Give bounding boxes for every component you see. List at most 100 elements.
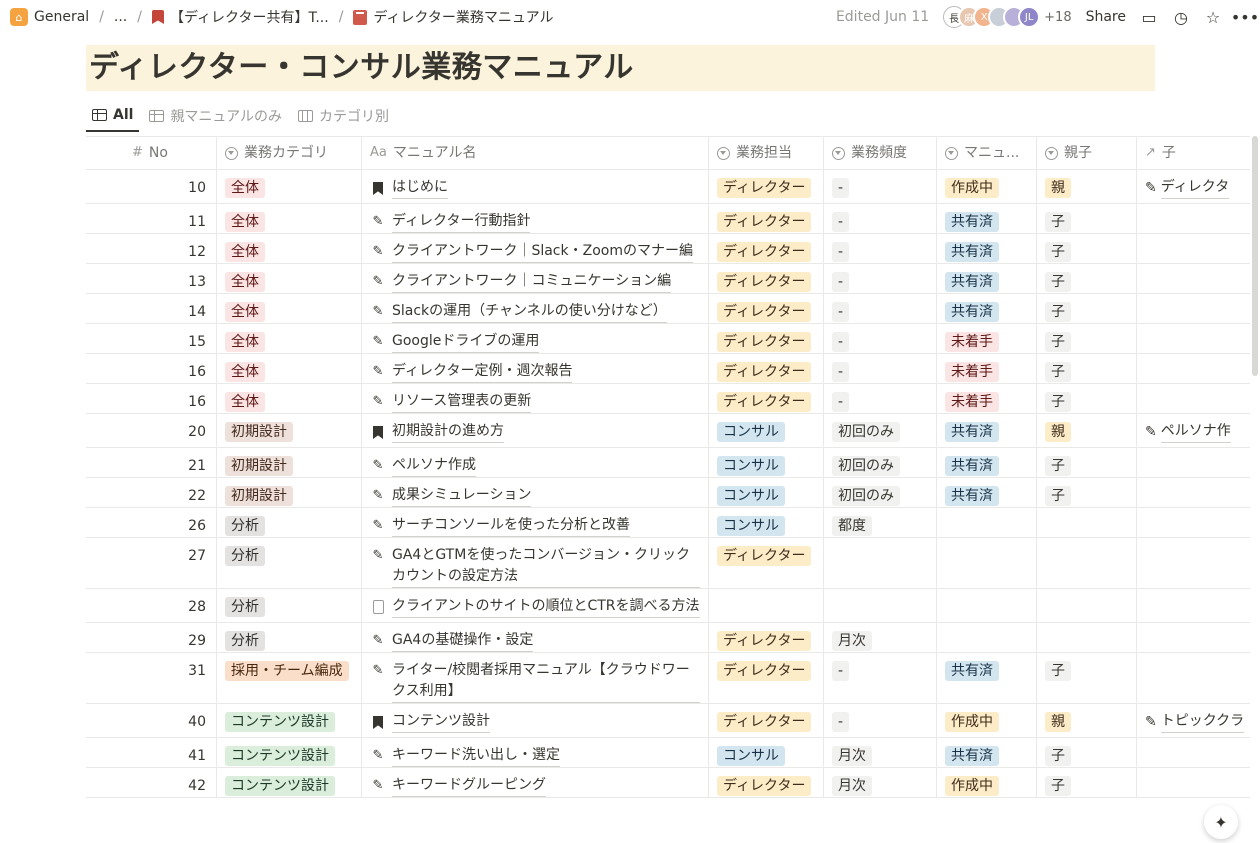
cell-parent-child[interactable]: 子: [1037, 738, 1137, 767]
column-header-owner[interactable]: 業務担当: [709, 137, 824, 169]
cell-parent-child[interactable]: [1037, 538, 1137, 588]
history-icon[interactable]: ◷: [1172, 8, 1190, 27]
cell-parent-child[interactable]: 子: [1037, 384, 1137, 413]
tab-by-category[interactable]: カテゴリ別: [292, 100, 395, 132]
cell-parent-child[interactable]: 子: [1037, 204, 1137, 233]
cell-frequency[interactable]: 月次: [824, 623, 937, 652]
cell-frequency[interactable]: -: [824, 234, 937, 263]
cell-frequency[interactable]: -: [824, 324, 937, 353]
cell-status[interactable]: [937, 589, 1037, 622]
manual-link[interactable]: ✎ Slackの運用（チャンネルの使い分けなど）: [370, 301, 700, 323]
table-row[interactable]: 21 初期設計 ✎ ペルソナ作成 コンサル 初回のみ 共有済 子: [86, 448, 1250, 478]
table-row[interactable]: 29 分析 ✎ GA4の基礎操作・設定 ディレクター 月次: [86, 623, 1250, 653]
cell-parent-child[interactable]: 子: [1037, 478, 1137, 507]
cell-name[interactable]: ✎ 成果シミュレーション: [362, 478, 709, 507]
cell-frequency[interactable]: [824, 589, 937, 622]
cell-name[interactable]: ✎ ライター/校閲者採用マニュアル【クラウドワークス利用】: [362, 653, 709, 703]
cell-owner[interactable]: コンサル: [709, 414, 824, 447]
cell-child[interactable]: ✎ トピッククラ: [1137, 704, 1250, 737]
page-title[interactable]: ディレクター・コンサル業務マニュアル: [86, 45, 1155, 91]
table-row[interactable]: 10 全体 はじめに ディレクター - 作成中 親 ✎ ディレクタ: [86, 170, 1250, 204]
cell-owner[interactable]: ディレクター: [709, 294, 824, 323]
cell-status[interactable]: 未着手: [937, 354, 1037, 383]
cell-category[interactable]: 分析: [217, 508, 362, 537]
cell-owner[interactable]: ディレクター: [709, 234, 824, 263]
cell-no[interactable]: 16: [86, 354, 217, 383]
table-row[interactable]: 11 全体 ✎ ディレクター行動指針 ディレクター - 共有済 子: [86, 204, 1250, 234]
cell-category[interactable]: 初期設計: [217, 478, 362, 507]
cell-frequency[interactable]: -: [824, 384, 937, 413]
cell-status[interactable]: [937, 623, 1037, 652]
cell-parent-child[interactable]: 子: [1037, 294, 1137, 323]
cell-no[interactable]: 42: [86, 768, 217, 797]
cell-name[interactable]: ✎ クライアントワーク｜コミュニケーション編: [362, 264, 709, 293]
table-row[interactable]: 31 採用・チーム編成 ✎ ライター/校閲者採用マニュアル【クラウドワークス利用】 ディ…: [86, 653, 1250, 704]
cell-owner[interactable]: ディレクター: [709, 623, 824, 652]
column-header-status[interactable]: マニュ...: [937, 137, 1037, 169]
cell-child[interactable]: [1137, 768, 1250, 797]
cell-no[interactable]: 26: [86, 508, 217, 537]
cell-owner[interactable]: [709, 589, 824, 622]
cell-status[interactable]: [937, 508, 1037, 537]
column-header-parent-child[interactable]: 親子: [1037, 137, 1137, 169]
cell-owner[interactable]: ディレクター: [709, 384, 824, 413]
cell-category[interactable]: コンテンツ設計: [217, 768, 362, 797]
cell-parent-child[interactable]: 親: [1037, 170, 1137, 203]
cell-category[interactable]: 全体: [217, 204, 362, 233]
table-row[interactable]: 13 全体 ✎ クライアントワーク｜コミュニケーション編 ディレクター - 共有済 子: [86, 264, 1250, 294]
cell-no[interactable]: 20: [86, 414, 217, 447]
cell-category[interactable]: 分析: [217, 623, 362, 652]
cell-status[interactable]: 未着手: [937, 384, 1037, 413]
cell-category[interactable]: 全体: [217, 354, 362, 383]
cell-child[interactable]: [1137, 653, 1250, 703]
cell-no[interactable]: 27: [86, 538, 217, 588]
cell-status[interactable]: 共有済: [937, 234, 1037, 263]
cell-category[interactable]: 全体: [217, 294, 362, 323]
cell-name[interactable]: ✎ GA4の基礎操作・設定: [362, 623, 709, 652]
cell-no[interactable]: 14: [86, 294, 217, 323]
cell-frequency[interactable]: -: [824, 264, 937, 293]
cell-category[interactable]: 全体: [217, 170, 362, 203]
cell-name[interactable]: ✎ Googleドライブの運用: [362, 324, 709, 353]
cell-owner[interactable]: ディレクター: [709, 653, 824, 703]
cell-no[interactable]: 15: [86, 324, 217, 353]
cell-frequency[interactable]: -: [824, 294, 937, 323]
cell-owner[interactable]: ディレクター: [709, 704, 824, 737]
cell-child[interactable]: [1137, 264, 1250, 293]
cell-status[interactable]: 作成中: [937, 768, 1037, 797]
cell-no[interactable]: 29: [86, 623, 217, 652]
cell-category[interactable]: 全体: [217, 264, 362, 293]
column-header-name[interactable]: Aa マニュアル名: [362, 137, 709, 169]
cell-category[interactable]: 全体: [217, 324, 362, 353]
breadcrumb-workspace[interactable]: ⌂ General: [6, 6, 93, 28]
cell-status[interactable]: 共有済: [937, 204, 1037, 233]
cell-child[interactable]: [1137, 738, 1250, 767]
table-row[interactable]: 12 全体 ✎ クライアントワーク｜Slack・Zoomのマナー編 ディレクター - 共有済…: [86, 234, 1250, 264]
cell-child[interactable]: ✎ ペルソナ作: [1137, 414, 1250, 447]
cell-status[interactable]: 共有済: [937, 294, 1037, 323]
scrollbar[interactable]: [1252, 136, 1258, 376]
manual-link[interactable]: ✎ ディレクター行動指針: [370, 211, 700, 233]
cell-child[interactable]: [1137, 384, 1250, 413]
table-row[interactable]: 16 全体 ✎ ディレクター定例・週次報告 ディレクター - 未着手 子: [86, 354, 1250, 384]
cell-category[interactable]: 分析: [217, 589, 362, 622]
cell-frequency[interactable]: -: [824, 653, 937, 703]
manual-link[interactable]: ✎ クライアントワーク｜コミュニケーション編: [370, 271, 700, 293]
manual-link[interactable]: ✎ ディレクター定例・週次報告: [370, 361, 700, 383]
cell-no[interactable]: 13: [86, 264, 217, 293]
manual-link[interactable]: ✎ 成果シミュレーション: [370, 485, 700, 507]
manual-link[interactable]: 初期設計の進め方: [370, 421, 700, 447]
cell-frequency[interactable]: -: [824, 204, 937, 233]
cell-name[interactable]: ✎ キーワード洗い出し・選定: [362, 738, 709, 767]
cell-no[interactable]: 12: [86, 234, 217, 263]
cell-category[interactable]: 採用・チーム編成: [217, 653, 362, 703]
tab-all[interactable]: All: [86, 100, 140, 132]
column-header-category[interactable]: 業務カテゴリ: [217, 137, 362, 169]
cell-parent-child[interactable]: [1037, 589, 1137, 622]
cell-status[interactable]: 共有済: [937, 448, 1037, 477]
cell-name[interactable]: ✎ ディレクター行動指針: [362, 204, 709, 233]
cell-frequency[interactable]: -: [824, 704, 937, 737]
cell-no[interactable]: 40: [86, 704, 217, 737]
table-row[interactable]: 40 コンテンツ設計 コンテンツ設計 ディレクター - 作成中 親 ✎ トピッククラ: [86, 704, 1250, 738]
table-row[interactable]: 16 全体 ✎ リソース管理表の更新 ディレクター - 未着手 子: [86, 384, 1250, 414]
